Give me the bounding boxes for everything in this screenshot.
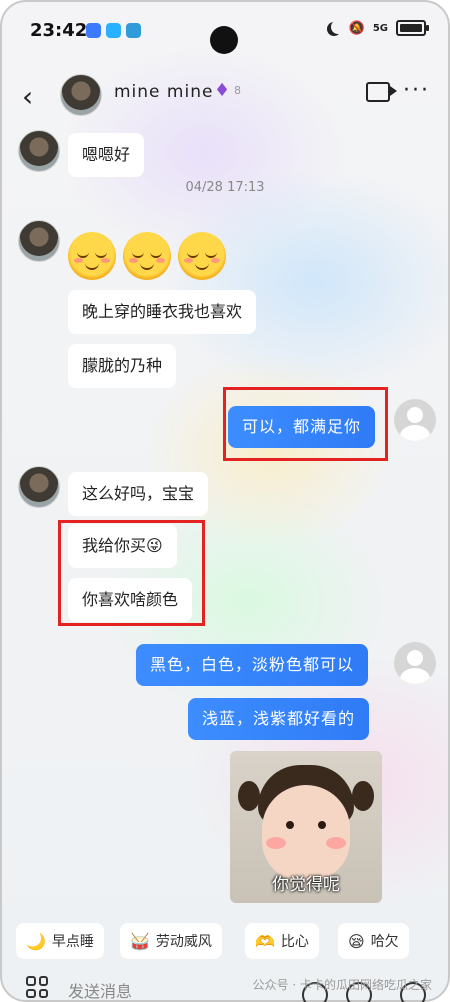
my-avatar[interactable] (394, 642, 436, 684)
contact-avatar[interactable] (60, 74, 102, 116)
notification-icon (126, 23, 141, 38)
more-options-icon[interactable]: ··· (403, 78, 430, 103)
message-input-bar: 发送消息 公众号 · 卡卡的瓜田网络吃瓜之家 (2, 964, 448, 1002)
video-call-icon[interactable] (366, 82, 397, 102)
quick-reply-chip[interactable]: 🫶 比心 (245, 923, 319, 959)
highlight-box (58, 520, 205, 626)
phone-screen: 23:42 🔕 5G ‹ mine mine ♦ 8 ··· 嗯嗯好 04/28… (0, 0, 450, 1002)
battery-icon (396, 20, 429, 36)
quick-reply-chip[interactable]: 🌙 早点睡 (16, 923, 104, 959)
message-bubble-received[interactable]: 朦胧的乃种 (68, 344, 177, 388)
sticker-caption: 你觉得呢 (272, 875, 340, 895)
do-not-disturb-icon (331, 20, 345, 34)
notification-icon (106, 23, 121, 38)
quick-reply-chip[interactable]: 🥁 劳动威风 (120, 923, 222, 959)
message-bubble-received[interactable]: 晚上穿的睡衣我也喜欢 (68, 290, 257, 334)
apps-grid-icon[interactable] (26, 976, 48, 998)
camera-cutout (210, 26, 238, 54)
sticker-image[interactable]: 你觉得呢 (230, 751, 382, 903)
streak-flame-icon: ♦ (214, 80, 231, 101)
smile-emoji[interactable] (178, 232, 226, 280)
message-timestamp: 04/28 17:13 (185, 180, 265, 195)
network-label: 5G (372, 22, 388, 34)
message-bubble-received[interactable]: 嗯嗯好 (68, 133, 145, 177)
smile-emoji[interactable] (68, 232, 116, 280)
message-bubble-sent[interactable]: 浅蓝，浅紫都好看的 (188, 698, 370, 740)
message-input[interactable]: 发送消息 (68, 978, 132, 1002)
chat-header: ‹ mine mine ♦ 8 ··· (2, 70, 448, 120)
message-bubble-received[interactable]: 这么好吗，宝宝 (68, 472, 209, 516)
contact-avatar[interactable] (18, 130, 60, 172)
heart-hands-icon: 🫶 (255, 931, 275, 951)
message-bubble-sent[interactable]: 黑色，白色，淡粉色都可以 (136, 644, 369, 686)
contact-avatar[interactable] (18, 466, 60, 508)
yawn-icon: 😪 (348, 931, 365, 951)
watermark-text: 公众号 · 卡卡的瓜田网络吃瓜之家 (252, 978, 432, 992)
contact-avatar[interactable] (18, 220, 60, 262)
mute-icon: 🔕 (348, 20, 365, 36)
status-icons: 🔕 5G (327, 20, 429, 36)
quick-reply-chip[interactable]: 😪 哈欠 (338, 923, 409, 959)
moon-icon: 🌙 (26, 931, 46, 951)
my-avatar[interactable] (394, 399, 436, 441)
streak-level: 8 (234, 84, 241, 97)
status-time: 23:42 (30, 20, 88, 41)
highlight-box (223, 387, 388, 461)
drum-icon: 🥁 (130, 931, 150, 951)
back-icon[interactable]: ‹ (22, 80, 33, 113)
contact-name[interactable]: mine mine (114, 82, 213, 102)
notification-icon (86, 23, 101, 38)
smile-emoji[interactable] (123, 232, 171, 280)
